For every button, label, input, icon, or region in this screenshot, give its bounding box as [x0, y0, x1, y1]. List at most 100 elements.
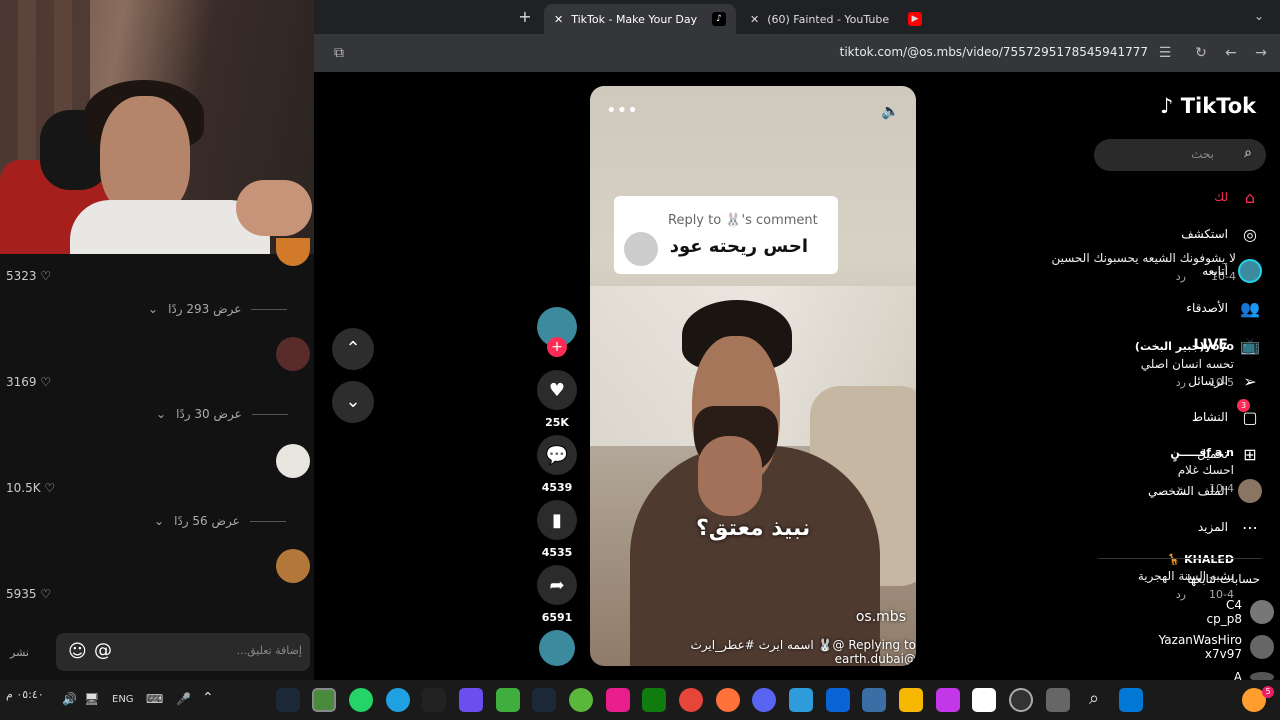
like-action[interactable]: ♥ 25K: [537, 370, 577, 429]
search-icon[interactable]: ⌕: [1082, 688, 1106, 712]
new-tab-button[interactable]: +: [516, 8, 534, 26]
xbox-icon[interactable]: [642, 688, 666, 712]
keyboard-icon[interactable]: ⌨: [146, 692, 163, 706]
volume-icon[interactable]: 🔈: [881, 102, 900, 120]
capcut-icon[interactable]: [422, 688, 446, 712]
nav-live[interactable]: 📺 LIVE: [1193, 333, 1262, 357]
reload-icon[interactable]: ↻: [1192, 44, 1210, 62]
nav-messages[interactable]: ➢ الرسائل: [1188, 369, 1262, 393]
comment-like[interactable]: 5935 ♡: [6, 587, 51, 601]
app-icon[interactable]: [606, 688, 630, 712]
edge-icon[interactable]: [386, 688, 410, 712]
store-icon[interactable]: [862, 688, 886, 712]
close-icon[interactable]: ✕: [554, 13, 563, 26]
comment-username[interactable]: KHALED 🦒: [1167, 553, 1234, 566]
copilot-icon[interactable]: [936, 688, 960, 712]
nav-explore[interactable]: ◎ استكشف: [1181, 222, 1262, 246]
steam-icon[interactable]: [276, 688, 300, 712]
comment-like[interactable]: 3169 ♡: [6, 375, 51, 389]
music-disc-icon[interactable]: [539, 630, 575, 666]
comment-avatar[interactable]: [276, 444, 310, 478]
task-view-icon[interactable]: [1046, 688, 1070, 712]
more-options-icon[interactable]: •••: [606, 100, 638, 121]
windows-start-icon[interactable]: [1119, 688, 1143, 712]
nav-for-you[interactable]: ⌂ لك: [1214, 185, 1262, 209]
share-action[interactable]: ➦ 6591: [537, 565, 577, 624]
explorer-icon[interactable]: [899, 688, 923, 712]
chrome-icon[interactable]: [312, 688, 336, 712]
followed-account[interactable]: YazanWasHiro x7v97: [1159, 633, 1274, 661]
creator-avatar[interactable]: +: [537, 307, 577, 357]
tray-chevron-icon[interactable]: ⌃: [202, 690, 214, 706]
mic-icon[interactable]: 🎤: [176, 692, 191, 706]
view-replies[interactable]: ⌄ عرض 56 ردًا: [154, 514, 286, 528]
share-count: 6591: [541, 611, 573, 624]
nav-more[interactable]: ⋯ المزيد: [1198, 515, 1262, 539]
comment-input[interactable]: إضافة تعليق... ☺ @: [56, 633, 310, 671]
follow-plus-icon[interactable]: +: [547, 337, 567, 357]
reply-button[interactable]: رد: [1176, 270, 1186, 283]
comment-like[interactable]: 10.5K ♡: [6, 481, 55, 495]
obs-icon[interactable]: [459, 688, 483, 712]
view-replies-label: عرض 293 ردًا: [168, 302, 242, 316]
tiktok-logo[interactable]: ♪ TikTok: [1160, 94, 1256, 118]
forward-icon[interactable]: →: [1252, 44, 1270, 62]
comment-action[interactable]: 💬 4539: [537, 435, 577, 494]
capcut-app-icon[interactable]: [972, 688, 996, 712]
chrome-browser-icon[interactable]: [679, 688, 703, 712]
reply-button[interactable]: رد: [1176, 588, 1186, 601]
network-icon[interactable]: 🖥: [84, 692, 99, 706]
firefox-icon[interactable]: [716, 688, 740, 712]
next-video-button[interactable]: ⌄: [332, 381, 374, 423]
nav-upload[interactable]: ⊞ تحميل: [1197, 442, 1262, 466]
outlook-icon[interactable]: [826, 688, 850, 712]
nav-following[interactable]: أتابعه: [1202, 259, 1262, 283]
view-replies[interactable]: ⌄ عرض 293 ردًا: [148, 302, 288, 316]
comment-avatar[interactable]: [276, 337, 310, 371]
steam-app-icon[interactable]: [532, 688, 556, 712]
save-action[interactable]: ▮ 4535: [537, 500, 577, 559]
comment-avatar[interactable]: [276, 549, 310, 583]
nav-friends[interactable]: 👥 الأصدقاء: [1186, 296, 1262, 320]
video-username[interactable]: os.mbs: [856, 609, 906, 625]
bookmark-icon[interactable]: ▮: [537, 500, 577, 540]
utorrent-icon[interactable]: [569, 688, 593, 712]
post-button[interactable]: نشر: [10, 646, 29, 659]
music-disc[interactable]: [537, 630, 577, 666]
volume-icon[interactable]: 🔊: [62, 692, 77, 706]
reply-button[interactable]: رد: [1176, 376, 1186, 389]
heart-icon[interactable]: ♥: [537, 370, 577, 410]
photos-icon[interactable]: [789, 688, 813, 712]
whatsapp-icon[interactable]: [349, 688, 373, 712]
mention-icon[interactable]: @: [94, 640, 112, 661]
app-icon[interactable]: [1009, 688, 1033, 712]
nav-activity[interactable]: ▢ 3 النشاط: [1192, 399, 1262, 429]
language-indicator[interactable]: ENG: [112, 694, 134, 705]
close-icon[interactable]: ✕: [750, 13, 759, 26]
previous-video-button[interactable]: ⌃: [332, 328, 374, 370]
chevron-down-icon[interactable]: ⌄: [1254, 9, 1264, 23]
share-icon[interactable]: ➦: [537, 565, 577, 605]
nav-label: لك: [1214, 190, 1228, 204]
comment-icon[interactable]: 💬: [537, 435, 577, 475]
like-count: 5935: [6, 587, 37, 601]
comment-like[interactable]: 5323 ♡: [6, 269, 51, 283]
search-input[interactable]: بحث ⌕: [1094, 139, 1266, 171]
tab-tiktok[interactable]: ✕ TikTok - Make Your Day ♪: [544, 4, 736, 34]
search-icon[interactable]: ⌕: [1244, 145, 1252, 161]
tab-youtube[interactable]: ✕ (60) Fainted - YouTube ▶: [740, 4, 932, 34]
following-title: حسابات تتابعها: [1187, 572, 1260, 586]
reply-avatar: [624, 232, 658, 266]
back-icon[interactable]: ←: [1222, 44, 1240, 62]
nav-profile[interactable]: الملف الشخصي: [1148, 479, 1262, 503]
tab-search-icon[interactable]: ⧉: [330, 44, 348, 62]
url-field[interactable]: tiktok.com/@os.mbs/video/755729517854594…: [840, 45, 1148, 59]
reply-label: Reply to 🐰's comment: [668, 213, 818, 228]
discord-icon[interactable]: [752, 688, 776, 712]
site-settings-icon[interactable]: ☰: [1156, 44, 1174, 62]
minecraft-icon[interactable]: [496, 688, 520, 712]
emoji-icon[interactable]: ☺: [68, 641, 87, 662]
video-player[interactable]: ••• 🔈 Reply to 🐰's comment احس ريحته عود…: [590, 86, 916, 666]
view-replies[interactable]: ⌄ عرض 30 ردًا: [156, 407, 288, 421]
followed-account[interactable]: C4 cp_p8: [1207, 598, 1274, 626]
